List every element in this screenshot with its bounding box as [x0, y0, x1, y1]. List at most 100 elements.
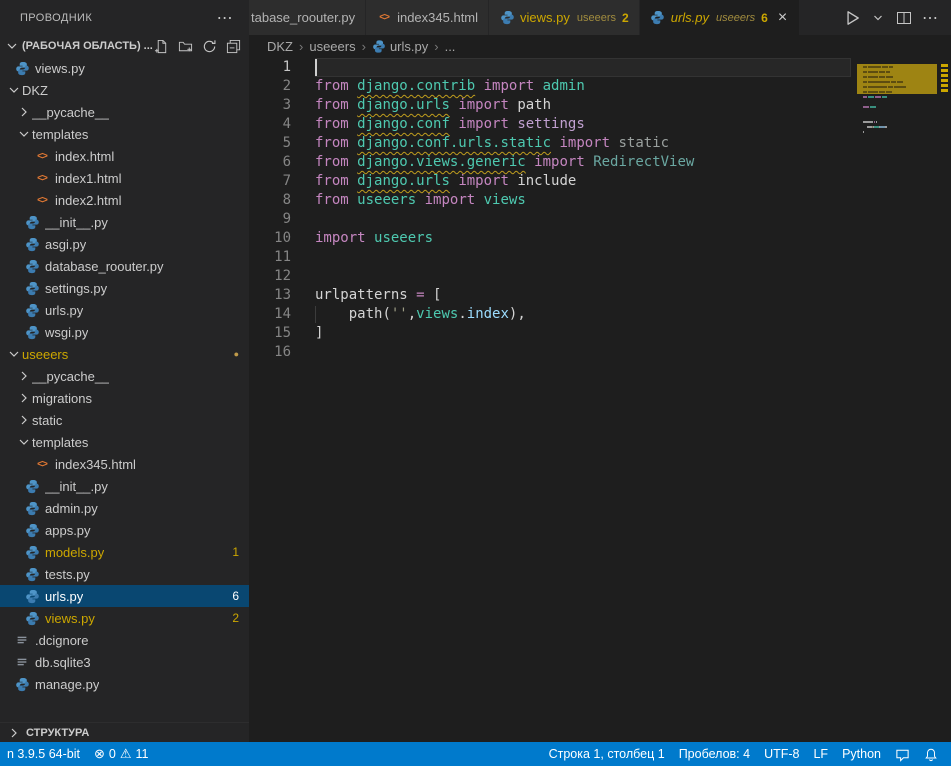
tree-file-asgi-py[interactable]: asgi.py [0, 233, 249, 255]
code-token [408, 287, 416, 303]
status-feedback[interactable] [888, 742, 917, 766]
status-language-mode[interactable]: Python [835, 742, 888, 766]
tree-file-views-py[interactable]: views.py2 [0, 607, 249, 629]
tree-file-urls-py[interactable]: urls.py [0, 299, 249, 321]
minimap-bar [868, 71, 878, 73]
tree-item-label: index.html [55, 149, 114, 164]
new-file-icon[interactable] [153, 38, 169, 54]
tree-file-index-html[interactable]: <>index.html [0, 145, 249, 167]
html-file-icon: <> [376, 10, 392, 26]
code-token: ), [509, 306, 526, 322]
code-line-1: 1 [249, 58, 951, 77]
chevron-down-icon[interactable] [867, 7, 889, 29]
tree-file-wsgi-py[interactable]: wsgi.py [0, 321, 249, 343]
ellipsis-icon[interactable]: ⋯ [919, 7, 941, 29]
tree-file-settings-py[interactable]: settings.py [0, 277, 249, 299]
tab-problems-badge: 6 [761, 11, 768, 25]
tree-item-label: __init__.py [45, 479, 108, 494]
tree-folder-static[interactable]: static [0, 409, 249, 431]
chevron-down-icon[interactable] [4, 38, 20, 54]
tree-file-models-py[interactable]: models.py1 [0, 541, 249, 563]
code-line-10: 10import useeers [249, 229, 951, 248]
tree-folder-templates[interactable]: templates [0, 123, 249, 145]
tab-views-py[interactable]: views.pyuseeers2 [489, 0, 639, 35]
chevron-right-icon[interactable] [16, 104, 32, 120]
chevron-right-icon[interactable] [16, 412, 32, 428]
code-token: admin [543, 78, 585, 94]
tree-folder-useeers[interactable]: useeers● [0, 343, 249, 365]
tree-file--dcignore[interactable]: .dcignore [0, 629, 249, 651]
tree-item-label: __init__.py [45, 215, 108, 230]
tree-item-label: settings.py [45, 281, 107, 296]
tab-label: urls.py [671, 10, 709, 25]
split-editor-icon[interactable] [893, 7, 915, 29]
breadcrumb-item[interactable]: ... [445, 39, 456, 54]
file-tree: views.pyDKZ __pycache__ templates <>index.h… [0, 57, 249, 722]
tab-urls-py[interactable]: urls.py useeers 6 × [640, 0, 799, 35]
tree-folder-dkz[interactable]: DKZ [0, 79, 249, 101]
collapse-all-icon[interactable] [225, 38, 241, 54]
outline-section-header[interactable]: СТРУКТУРА [0, 722, 249, 742]
status-indentation[interactable]: Пробелов: 4 [672, 742, 757, 766]
status-python-interpreter[interactable]: n 3.9.5 64-bit [0, 742, 87, 766]
tree-item-label: __pycache__ [32, 105, 109, 120]
close-icon[interactable]: × [776, 10, 789, 26]
code-line-15: 15] [249, 324, 951, 343]
new-folder-icon[interactable] [177, 38, 193, 54]
status-eol[interactable]: LF [806, 742, 835, 766]
tab-description: useeers [716, 12, 755, 24]
tree-file-index2-html[interactable]: <>index2.html [0, 189, 249, 211]
tree-file-database-roouter-py[interactable]: database_roouter.py [0, 255, 249, 277]
status-notifications[interactable] [917, 742, 945, 766]
tree-item-label: index1.html [55, 171, 121, 186]
status-problems[interactable]: ⊗0⚠11 [87, 742, 156, 766]
tree-file-index1-html[interactable]: <>index1.html [0, 167, 249, 189]
chevron-down-icon[interactable] [6, 346, 22, 362]
breadcrumb-item[interactable]: DKZ [267, 39, 293, 54]
tree-file-urls-py[interactable]: urls.py6 [0, 585, 249, 607]
minimap-bar [868, 91, 878, 93]
tab-tabase-roouter-py[interactable]: tabase_roouter.py [249, 0, 365, 35]
tree-file--init-py[interactable]: __init__.py [0, 211, 249, 233]
tree-file--init-py[interactable]: __init__.py [0, 475, 249, 497]
tree-item-label: urls.py [45, 589, 83, 604]
explorer-more-actions-icon[interactable]: ⋯ [211, 8, 239, 28]
code-editor[interactable]: 12from django.contrib import admin3from … [249, 57, 951, 742]
tree-folder-migrations[interactable]: migrations [0, 387, 249, 409]
workspace-section-header[interactable]: (РАБОЧАЯ ОБЛАСТЬ) ... [0, 35, 249, 57]
tree-file-db-sqlite3[interactable]: db.sqlite3 [0, 651, 249, 673]
tree-folder--pycache-[interactable]: __pycache__ [0, 365, 249, 387]
minimap[interactable] [857, 59, 937, 139]
tree-file-views-py[interactable]: views.py [0, 57, 249, 79]
code-token: useeers [374, 230, 433, 246]
tree-file-apps-py[interactable]: apps.py [0, 519, 249, 541]
chevron-down-icon[interactable] [16, 434, 32, 450]
status-bar: n 3.9.5 64-bit⊗0⚠11 Строка 1, столбец 1П… [0, 742, 951, 766]
code-token [475, 78, 483, 94]
tree-file-admin-py[interactable]: admin.py [0, 497, 249, 519]
status-encoding[interactable]: UTF-8 [757, 742, 806, 766]
minimap-bar [894, 86, 905, 88]
tab-index345-html[interactable]: <>index345.html [366, 0, 488, 35]
line-number: 2 [249, 77, 315, 96]
tree-item-label: migrations [32, 391, 92, 406]
chevron-right-icon[interactable] [16, 368, 32, 384]
tree-file-index345-html[interactable]: <>index345.html [0, 453, 249, 475]
breadcrumb-item[interactable]: urls.py [372, 39, 428, 54]
chevron-right-icon[interactable] [16, 390, 32, 406]
breadcrumb-item[interactable]: useeers [309, 39, 355, 54]
tree-item-label: templates [32, 127, 88, 142]
tree-folder--pycache-[interactable]: __pycache__ [0, 101, 249, 123]
tree-folder-templates[interactable]: templates [0, 431, 249, 453]
python-file-icon [372, 39, 386, 53]
code-line-3: 3from django.urls import path [249, 96, 951, 115]
tree-file-manage-py[interactable]: manage.py [0, 673, 249, 695]
python-file-icon [24, 566, 40, 582]
chevron-down-icon[interactable] [16, 126, 32, 142]
status-cursor-position[interactable]: Строка 1, столбец 1 [542, 742, 672, 766]
refresh-icon[interactable] [201, 38, 217, 54]
run-icon[interactable] [841, 7, 863, 29]
tree-file-tests-py[interactable]: tests.py [0, 563, 249, 585]
code-token: from [315, 154, 349, 170]
chevron-down-icon[interactable] [6, 82, 22, 98]
